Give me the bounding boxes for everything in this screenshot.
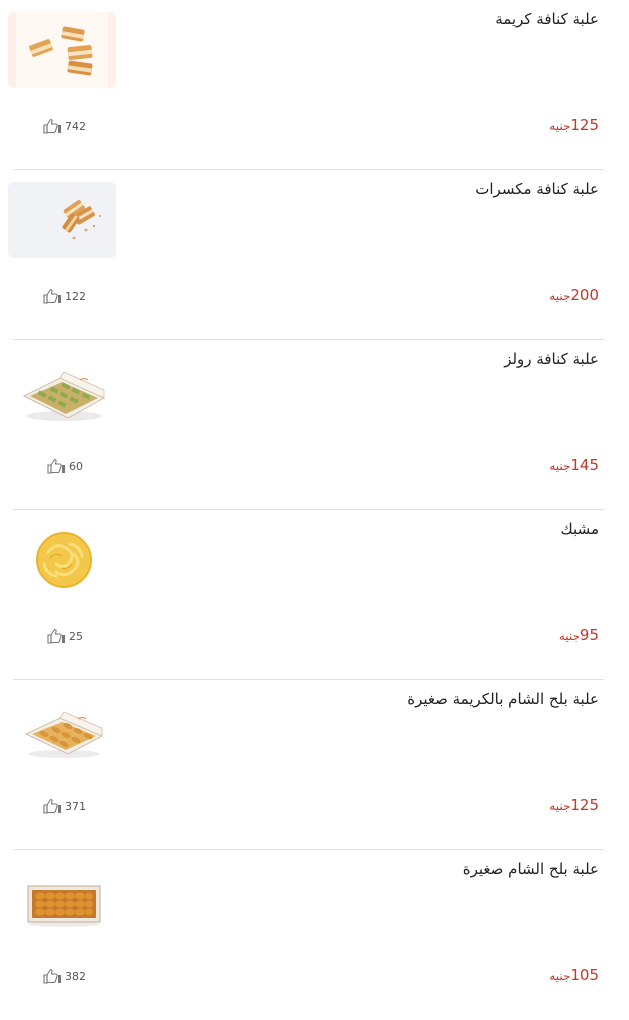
product-image[interactable] <box>8 862 116 938</box>
thumbs-up-icon[interactable] <box>42 288 62 304</box>
product-item[interactable]: علبة كنافة رولز 145جنيه 60 <box>0 340 629 510</box>
like-counter[interactable]: 371 <box>42 798 86 814</box>
product-item[interactable]: علبة كنافة مكسرات 200جنيه 122 <box>0 170 629 340</box>
product-price: 145جنيه <box>549 456 599 474</box>
product-image[interactable] <box>8 522 116 598</box>
product-item[interactable]: مشبك 95جنيه 25 <box>0 510 629 680</box>
price-currency: جنيه <box>549 969 571 983</box>
price-value: 125 <box>570 796 599 814</box>
product-name[interactable]: علبة بلح الشام بالكريمة صغيرة <box>407 690 599 708</box>
like-count: 25 <box>69 629 83 643</box>
product-name[interactable]: علبة بلح الشام صغيرة <box>463 860 599 878</box>
product-name[interactable]: علبة كنافة كريمة <box>495 10 599 28</box>
like-count: 60 <box>69 459 83 473</box>
thumbs-up-icon[interactable] <box>42 968 62 984</box>
price-currency: جنيه <box>549 119 571 133</box>
like-count: 122 <box>65 289 86 303</box>
thumbs-up-icon[interactable] <box>42 118 62 134</box>
thumbs-up-icon[interactable] <box>42 798 62 814</box>
price-currency: جنيه <box>558 629 580 643</box>
product-item[interactable]: علبة بلح الشام صغيرة 105جنيه 382 <box>0 850 629 1020</box>
like-counter[interactable]: 382 <box>42 968 86 984</box>
price-value: 145 <box>570 456 599 474</box>
price-value: 125 <box>570 116 599 134</box>
price-value: 200 <box>570 286 599 304</box>
product-item[interactable]: علبة كنافة كريمة 125جنيه 742 <box>0 0 629 170</box>
like-counter[interactable]: 742 <box>42 118 86 134</box>
product-price: 105جنيه <box>549 966 599 984</box>
like-count: 371 <box>65 799 86 813</box>
price-value: 95 <box>579 626 599 644</box>
product-image[interactable] <box>8 182 116 258</box>
product-name[interactable]: علبة كنافة مكسرات <box>475 180 599 198</box>
product-price: 125جنيه <box>549 116 599 134</box>
product-price: 95جنيه <box>559 626 599 644</box>
like-count: 382 <box>65 969 86 983</box>
product-list: علبة كنافة كريمة 125جنيه 742 علبة كنافة … <box>0 0 629 1020</box>
product-name[interactable]: علبة كنافة رولز <box>504 350 599 368</box>
price-currency: جنيه <box>549 799 571 813</box>
price-currency: جنيه <box>549 289 571 303</box>
price-currency: جنيه <box>549 459 571 473</box>
like-count: 742 <box>65 119 86 133</box>
product-price: 200جنيه <box>549 286 599 304</box>
thumbs-up-icon[interactable] <box>46 458 66 474</box>
product-item[interactable]: علبة بلح الشام بالكريمة صغيرة 125جنيه 37… <box>0 680 629 850</box>
product-name[interactable]: مشبك <box>560 520 599 538</box>
product-price: 125جنيه <box>549 796 599 814</box>
product-image[interactable] <box>8 352 116 428</box>
product-image[interactable] <box>8 12 116 88</box>
product-image[interactable] <box>8 692 116 768</box>
like-counter[interactable]: 60 <box>46 458 83 474</box>
thumbs-up-icon[interactable] <box>46 628 66 644</box>
like-counter[interactable]: 122 <box>42 288 86 304</box>
price-value: 105 <box>570 966 599 984</box>
like-counter[interactable]: 25 <box>46 628 83 644</box>
